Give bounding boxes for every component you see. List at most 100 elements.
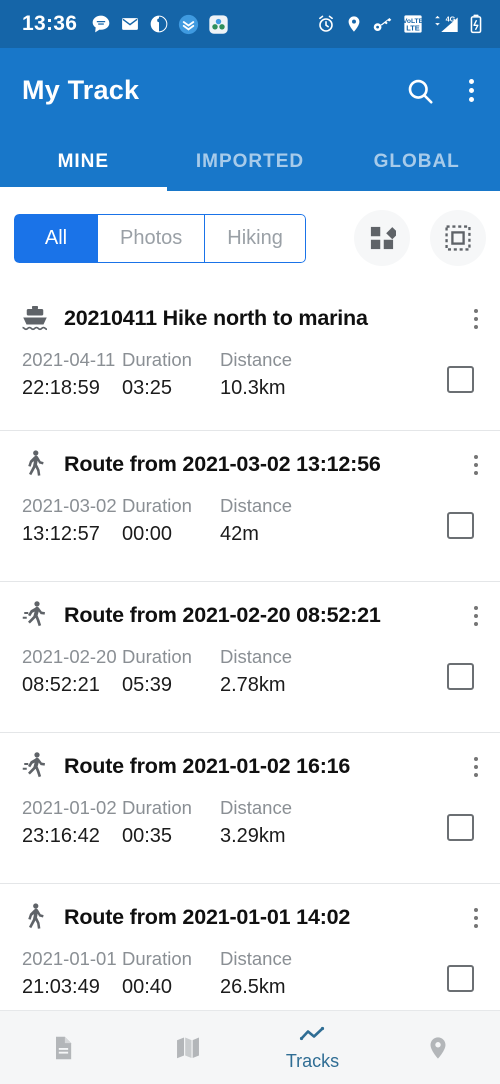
boat-icon — [18, 301, 52, 335]
signal-4g-icon: 4G — [435, 14, 458, 33]
status-clock: 13:36 — [22, 12, 78, 35]
row-checkbox[interactable] — [447, 366, 474, 393]
chevron-down-circle-icon — [179, 14, 199, 34]
row-checkbox[interactable] — [447, 965, 474, 992]
nav-item-documents[interactable] — [0, 1011, 125, 1084]
vpn-key-icon — [373, 17, 392, 31]
row-header: Route from 2021-03-02 13:12:56 — [18, 447, 486, 481]
status-system-icons: VoLTE LTE 4G — [316, 14, 484, 35]
duration-label: Duration — [122, 349, 192, 370]
track-date: 2021-04-11 — [22, 349, 116, 370]
volte-icon: VoLTE LTE — [403, 15, 424, 33]
row-metadata: 2021-04-11 22:18:59 Duration 03:25 Dista… — [22, 347, 486, 403]
nav-item-location[interactable] — [375, 1011, 500, 1084]
nav-item-map[interactable] — [125, 1011, 250, 1084]
search-icon[interactable] — [405, 76, 435, 106]
table-row[interactable]: 20210411 Hike north to marina 2021-04-11… — [0, 285, 500, 431]
row-overflow-menu-icon[interactable] — [474, 757, 478, 777]
bottom-navigation: Tracks — [0, 1010, 500, 1084]
app-badge-icon — [209, 14, 228, 34]
shapes-category-icon — [370, 226, 396, 250]
row-overflow-menu-icon[interactable] — [474, 309, 478, 329]
row-metadata: 2021-02-20 08:52:21 Duration 05:39 Dista… — [22, 644, 486, 700]
row-checkbox[interactable] — [447, 512, 474, 539]
row-checkbox[interactable] — [447, 814, 474, 841]
dot — [474, 924, 478, 928]
track-title: Route from 2021-03-02 13:12:56 — [64, 451, 381, 476]
table-row[interactable]: Route from 2021-01-01 14:02 2021-01-01 2… — [0, 884, 500, 1010]
pie-circle-icon — [150, 15, 168, 33]
dot — [474, 916, 478, 920]
overflow-menu-icon[interactable] — [461, 75, 482, 106]
row-overflow-menu-icon[interactable] — [474, 455, 478, 475]
distance-column: Distance 2.78km — [220, 644, 292, 700]
distance-column: Distance 3.29km — [220, 795, 292, 851]
shapes-category-button[interactable] — [354, 210, 410, 266]
date-column: 2021-01-02 23:16:42 — [22, 795, 122, 851]
select-area-icon — [445, 225, 471, 251]
tab-imported-label: IMPORTED — [195, 151, 305, 172]
row-overflow-menu-icon[interactable] — [474, 606, 478, 626]
table-row[interactable]: Route from 2021-02-20 08:52:21 2021-02-2… — [0, 582, 500, 733]
duration-label: Duration — [122, 948, 192, 969]
dot — [474, 622, 478, 626]
chat-bubble-icon — [92, 15, 110, 33]
dot — [474, 463, 478, 467]
duration-column: Duration 05:39 — [122, 644, 220, 700]
dot — [474, 908, 478, 912]
filter-chip-hiking[interactable]: Hiking — [205, 213, 306, 263]
app-screen: 13:36 VoLTE LTE 4G My Track MINE IMPORTE… — [0, 0, 500, 1084]
track-date: 2021-01-01 — [22, 948, 117, 969]
distance-label: Distance — [220, 646, 292, 667]
filter-chip-all[interactable]: All — [14, 213, 98, 263]
track-time: 21:03:49 — [22, 975, 100, 998]
filter-chip-photos[interactable]: Photos — [98, 213, 206, 263]
walking-icon — [18, 900, 52, 934]
location-pin-icon — [348, 16, 360, 32]
duration-label: Duration — [122, 495, 192, 516]
track-date: 2021-03-02 — [22, 495, 117, 516]
tab-mine-label: MINE — [57, 151, 110, 172]
track-time: 13:12:57 — [22, 522, 100, 545]
duration-value: 05:39 — [122, 673, 173, 696]
dot — [469, 88, 474, 93]
alarm-clock-icon — [319, 15, 333, 32]
track-date: 2021-02-20 — [22, 646, 117, 667]
dot — [469, 79, 474, 84]
row-header: Route from 2021-02-20 08:52:21 — [18, 598, 486, 632]
duration-column: Duration 03:25 — [122, 347, 220, 403]
date-column: 2021-01-01 21:03:49 — [22, 946, 122, 1002]
distance-label: Distance — [220, 948, 292, 969]
filter-chip-photos-label: Photos — [120, 226, 183, 249]
duration-value: 00:40 — [122, 975, 173, 998]
battery-charging-icon — [470, 14, 482, 34]
table-row[interactable]: Route from 2021-01-02 16:16 2021-01-02 2… — [0, 733, 500, 884]
row-metadata: 2021-01-02 23:16:42 Duration 00:35 Dista… — [22, 795, 486, 851]
dot — [474, 606, 478, 610]
tab-bar: MINE IMPORTED GLOBAL — [0, 133, 500, 191]
nav-item-tracks[interactable]: Tracks — [250, 1011, 375, 1084]
filter-chip-hiking-label: Hiking — [227, 226, 283, 249]
row-header: Route from 2021-01-02 16:16 — [18, 749, 486, 783]
tab-global[interactable]: GLOBAL — [333, 133, 500, 191]
duration-column: Duration 00:40 — [122, 946, 220, 1002]
select-area-button[interactable] — [430, 210, 486, 266]
row-overflow-menu-icon[interactable] — [474, 908, 478, 928]
dot — [469, 97, 474, 102]
running-icon — [18, 598, 52, 632]
distance-value: 26.5km — [220, 975, 286, 998]
status-bar: 13:36 VoLTE LTE 4G — [0, 0, 500, 48]
distance-column: Distance 10.3km — [220, 347, 292, 403]
tab-mine[interactable]: MINE — [0, 133, 167, 191]
dot — [474, 455, 478, 459]
duration-label: Duration — [122, 646, 192, 667]
table-row[interactable]: Route from 2021-03-02 13:12:56 2021-03-0… — [0, 431, 500, 582]
row-checkbox[interactable] — [447, 663, 474, 690]
status-notification-icons — [91, 14, 229, 35]
duration-value: 00:00 — [122, 522, 173, 545]
track-time: 22:18:59 — [22, 376, 100, 399]
distance-value: 3.29km — [220, 824, 286, 847]
dot — [474, 757, 478, 761]
track-title: 20210411 Hike north to marina — [64, 305, 368, 330]
tab-imported[interactable]: IMPORTED — [167, 133, 334, 191]
